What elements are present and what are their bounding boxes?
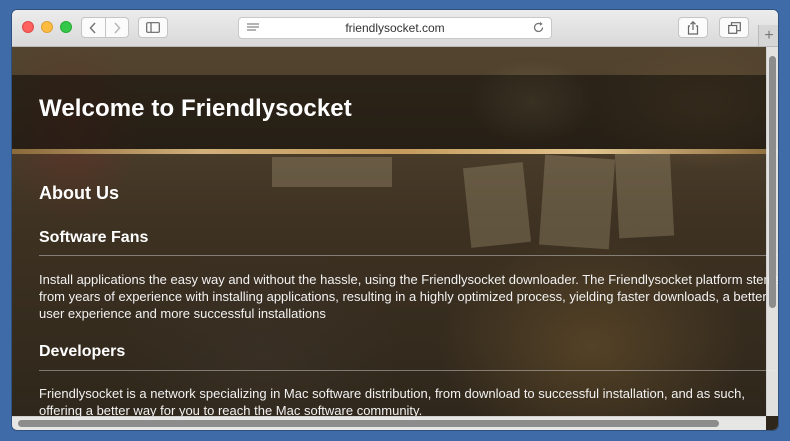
header-rule	[12, 149, 778, 154]
paragraph-line: Install applications the easy way and wi…	[39, 272, 778, 287]
background-photo-detail	[538, 154, 616, 250]
tabs-icon	[727, 21, 741, 34]
top-banner-strip	[12, 47, 778, 75]
reload-icon[interactable]	[532, 21, 545, 34]
zoom-button[interactable]	[60, 21, 72, 33]
subsection-title-developers: Developers	[39, 343, 126, 360]
show-sidebar-button[interactable]	[138, 17, 168, 38]
background-photo-detail	[614, 150, 675, 239]
share-button[interactable]	[678, 17, 708, 38]
subsection-divider	[39, 255, 778, 256]
section-title-about: About Us	[39, 183, 119, 203]
paragraph-line: user experience and more successful inst…	[39, 306, 326, 321]
background-photo-detail	[462, 162, 532, 248]
minimize-button[interactable]	[41, 21, 53, 33]
share-icon	[687, 20, 699, 35]
browser-window: friendlysocket.com + Welcome to Friendly…	[12, 10, 778, 430]
address-bar[interactable]: friendlysocket.com	[238, 17, 552, 39]
navigation-buttons	[81, 17, 129, 38]
horizontal-scroll-thumb[interactable]	[18, 420, 719, 427]
forward-button[interactable]	[104, 18, 129, 37]
plus-icon: +	[764, 26, 774, 44]
back-icon	[89, 21, 96, 34]
close-button[interactable]	[22, 21, 34, 33]
forward-icon	[114, 21, 121, 34]
subsection-divider	[39, 370, 778, 371]
paragraph-line: from years of experience with installing…	[39, 289, 767, 304]
page-title: Welcome to Friendlysocket	[39, 95, 352, 122]
vertical-scroll-thumb[interactable]	[769, 56, 776, 308]
sidebar-icon	[146, 22, 160, 33]
subsection-title-software-fans: Software Fans	[39, 229, 149, 246]
new-tab-button[interactable]: +	[758, 25, 778, 46]
back-button[interactable]	[82, 18, 105, 37]
web-page: Welcome to Friendlysocket About Us Softw…	[12, 47, 778, 430]
browser-toolbar: friendlysocket.com	[12, 10, 778, 47]
paragraph-line: Friendlysocket is a network specializing…	[39, 386, 745, 401]
show-all-tabs-button[interactable]	[719, 17, 749, 38]
address-text: friendlysocket.com	[345, 21, 445, 35]
background-photo-detail	[272, 157, 392, 187]
